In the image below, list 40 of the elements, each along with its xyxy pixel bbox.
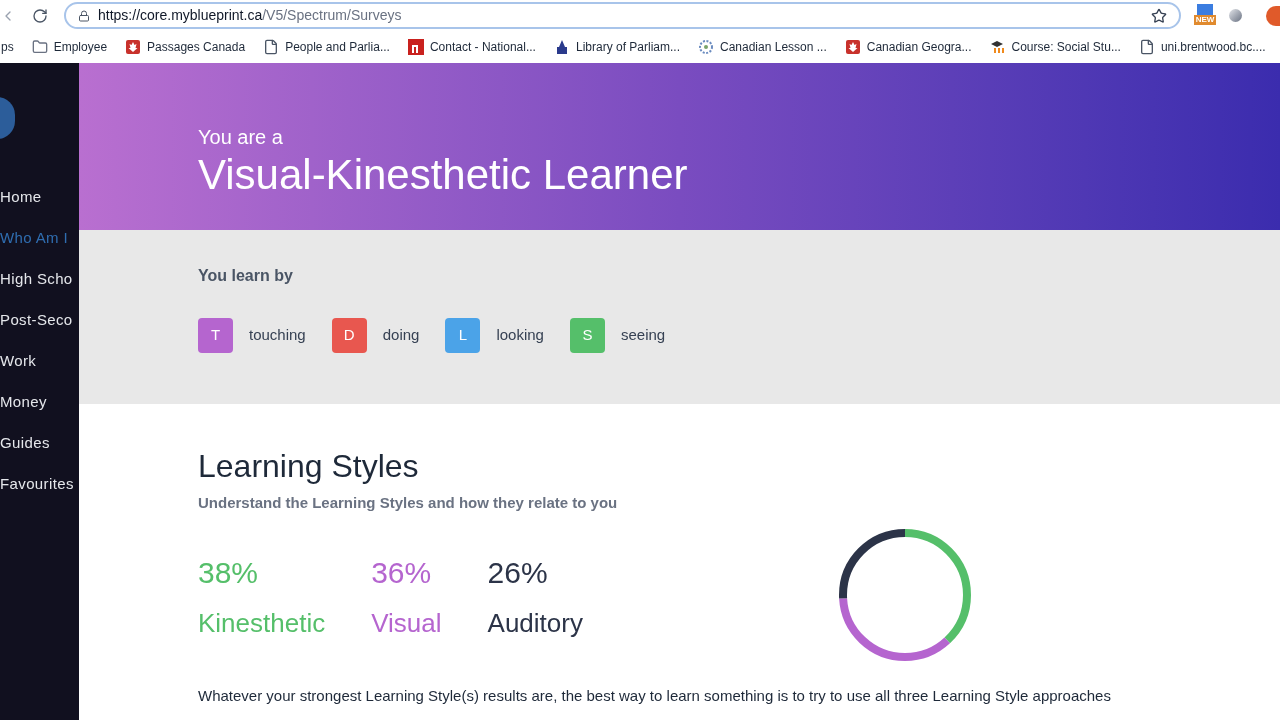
style-name: Kinesthetic <box>198 606 326 639</box>
bookmark[interactable]: Canadian Lesson ... <box>698 38 827 56</box>
learn-by-label: seeing <box>620 325 666 346</box>
nav-item[interactable]: Work <box>0 351 79 371</box>
bookmark[interactable]: Passages Canada <box>125 38 246 56</box>
letter-badge: S <box>569 318 605 353</box>
bookmark[interactable]: Library of Parliam... <box>553 38 680 56</box>
style-name: Visual <box>371 606 442 639</box>
hero-title: Visual-Kinesthetic Learner <box>198 150 689 200</box>
bookmark[interactable]: ps <box>1 38 14 56</box>
bookmark[interactable]: Course: Social Stu... <box>989 38 1121 56</box>
body-text: Whatever your strongest Learning Style(s) results are, the best way to learn something is to try to use all three Learning Style approaches <box>198 685 1112 706</box>
learn-by-label: doing <box>382 325 420 346</box>
nav-item[interactable]: High Scho <box>0 269 79 289</box>
nav-item[interactable]: Home <box>0 187 79 207</box>
bookmark[interactable]: People and Parlia... <box>263 38 390 56</box>
nav-item[interactable]: Guides <box>0 433 79 453</box>
learn-by-label: touching <box>249 325 306 346</box>
bookmark[interactable]: uni.brentwood.bc.... <box>1138 38 1266 56</box>
section-subtitle: Understand the Learning Styles and how they relate to you <box>198 493 619 513</box>
style-name: Auditory <box>487 606 583 639</box>
style-percent: 38% <box>198 554 260 591</box>
style-percent: 36% <box>371 554 433 591</box>
letter-badge: D <box>331 318 367 353</box>
learn-by-heading: You learn by <box>198 266 294 286</box>
nav-item[interactable]: Who Am I <box>0 228 79 248</box>
nav-item[interactable]: Favourites <box>0 474 79 494</box>
letter-badge: L <box>445 318 481 353</box>
bookmark[interactable]: Contact - National... <box>407 38 536 56</box>
bookmark[interactable]: Canadian Geogra... <box>844 38 972 56</box>
learn-by-label: looking <box>496 325 544 346</box>
section-title: Learning Styles <box>198 447 420 486</box>
nav-item[interactable]: Post-Seco <box>0 310 79 330</box>
letter-badge: T <box>198 318 233 353</box>
style-percent: 26% <box>487 554 549 591</box>
bookmark[interactable]: Employee <box>31 38 108 56</box>
nav-item[interactable]: Money <box>0 392 79 412</box>
address-bar[interactable]: https://core.myblueprint.ca/V5/Spectrum/Surveys <box>64 2 1181 29</box>
hero-kicker: You are a <box>198 125 284 149</box>
url-text: https://core.myblueprint.ca/V5/Spectrum/Surveys <box>98 6 402 25</box>
